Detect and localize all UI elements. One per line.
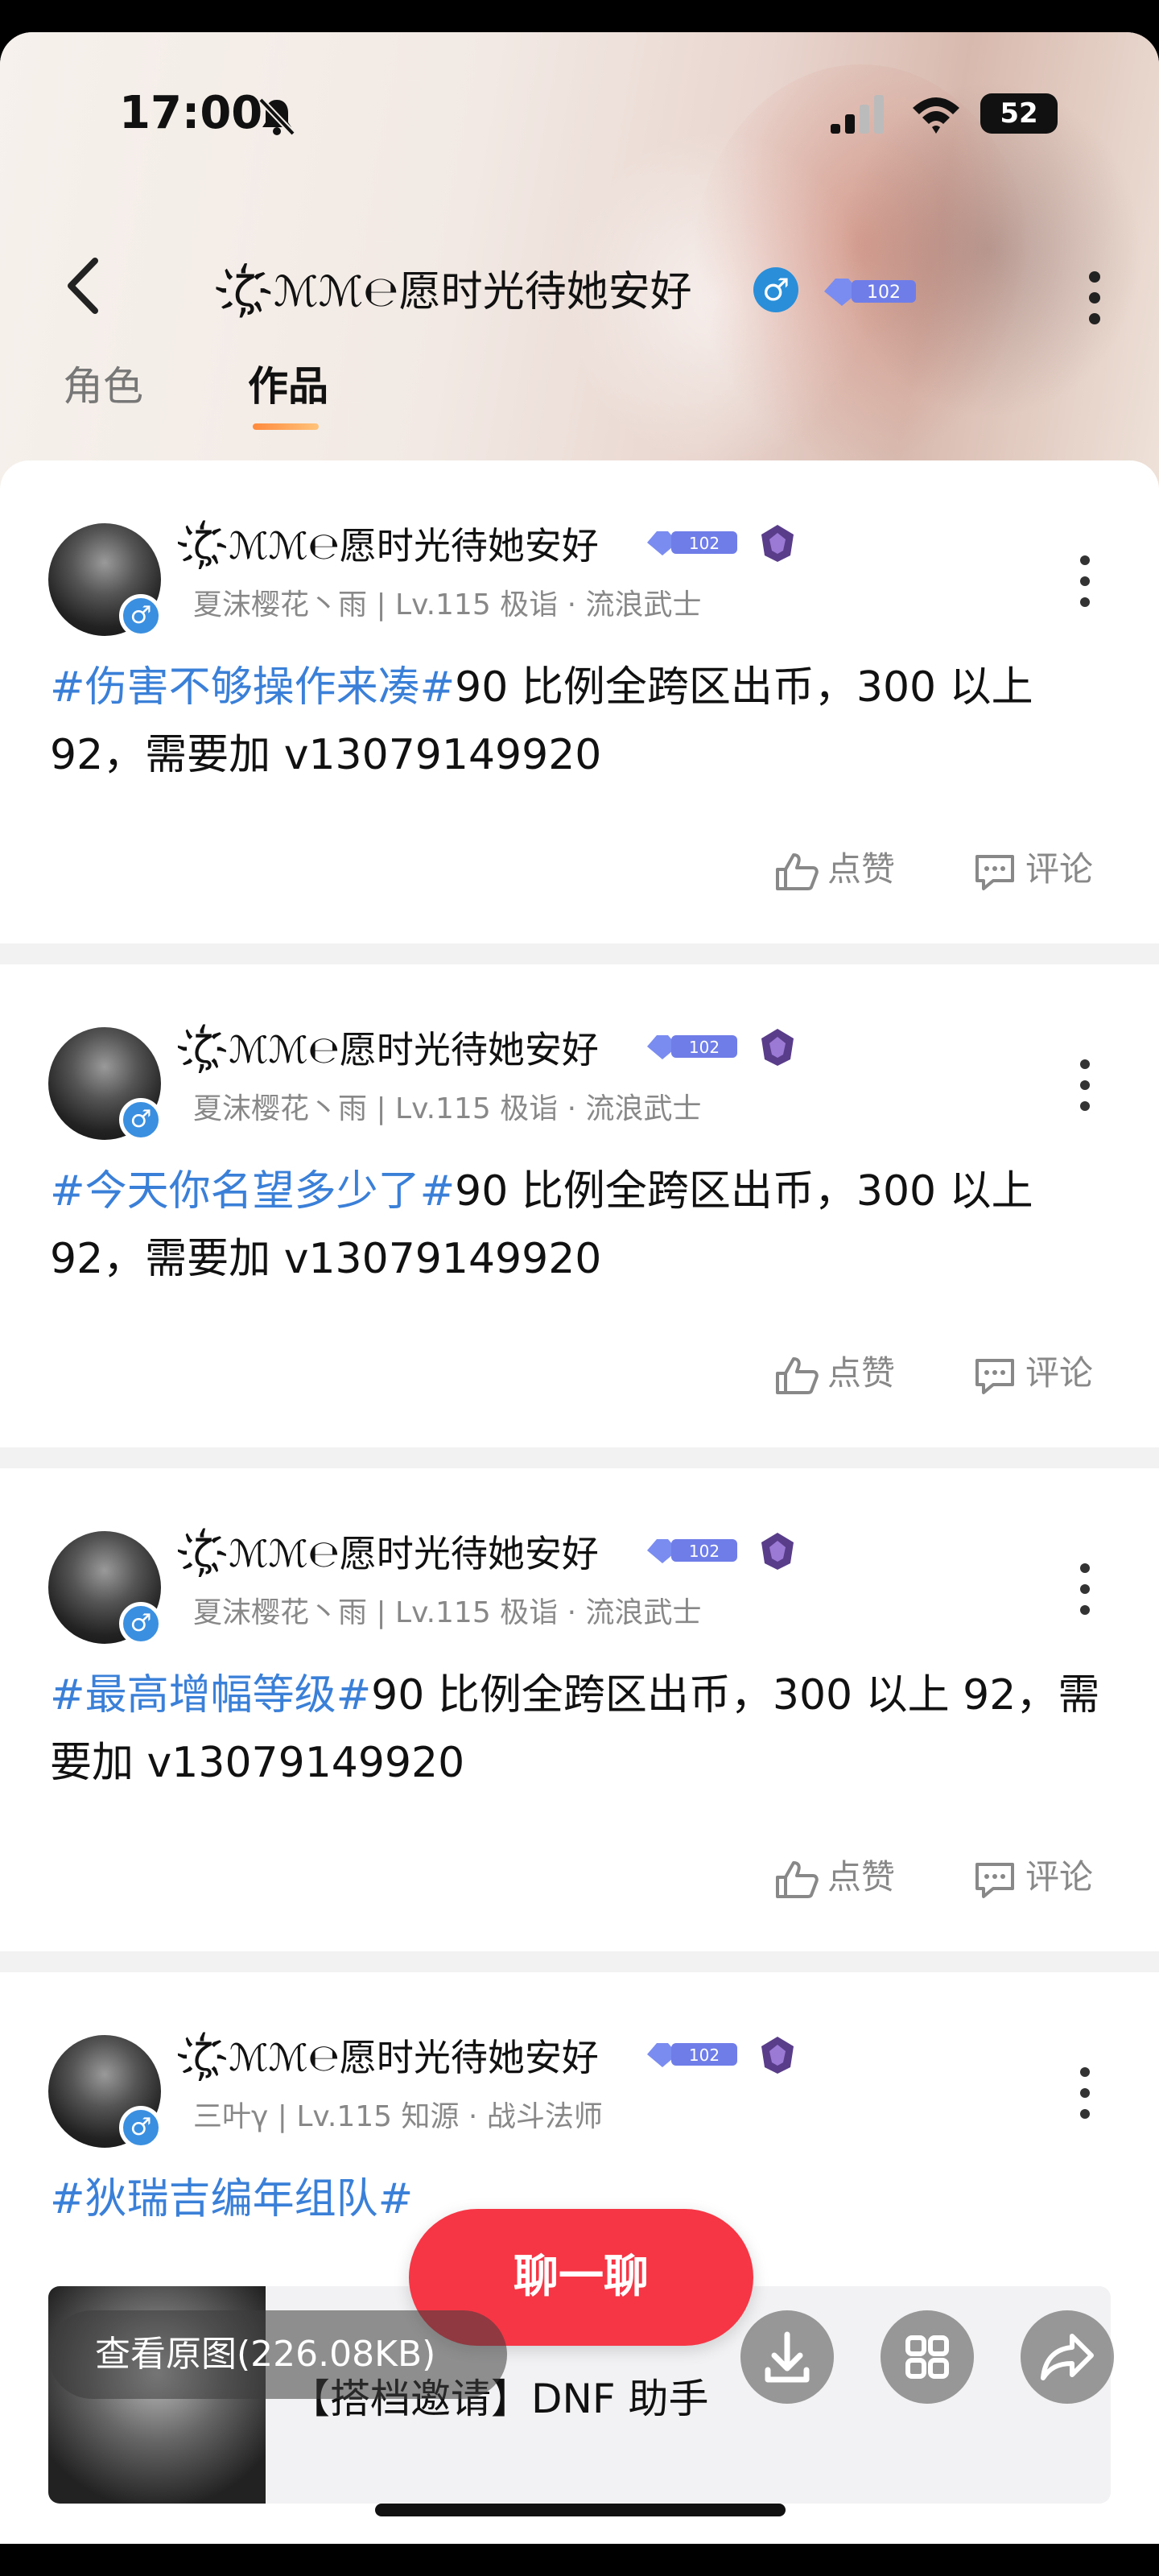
comment-button[interactable]: 评论 [972, 1853, 1093, 1901]
avatar-gender-icon: ♂ [119, 1602, 163, 1645]
post-more-icon[interactable] [1061, 2061, 1109, 2125]
topic-tag[interactable]: #最高增幅等级# [50, 1671, 371, 1719]
more-options-icon[interactable] [1070, 266, 1119, 330]
image-viewer-toolbar: 查看原图(226.08KB) [0, 2310, 1159, 2431]
gender-badge: ♂ [753, 267, 798, 312]
like-icon [776, 852, 819, 890]
like-button[interactable]: 点赞 [774, 1349, 895, 1397]
battery-indicator: 52 [980, 93, 1058, 134]
topic-tag[interactable]: #今天你名望多少了# [50, 1167, 455, 1216]
post-card[interactable]: ♂ ζ҉ℳℳ℮愿时光待她安好 102 夏沫樱花丶雨 | Lv.115 极诣 · … [0, 964, 1159, 1447]
svg-text:102: 102 [689, 1038, 720, 1057]
view-original-button[interactable]: 查看原图(226.08KB) [48, 2310, 507, 2399]
like-icon [776, 1356, 819, 1394]
comment-icon [975, 1358, 1014, 1394]
post-more-icon[interactable] [1061, 1557, 1109, 1621]
svg-text:102: 102 [689, 1542, 720, 1561]
level-badge-icon: 102 [824, 279, 916, 306]
post-author[interactable]: ζ҉ℳℳ℮愿时光待她安好 [193, 1525, 599, 1578]
rank-emblem-icon [761, 1029, 794, 1066]
status-bar: 17:00 52 [0, 32, 1159, 145]
share-button[interactable] [1021, 2310, 1114, 2404]
level-badge-icon: 102 [647, 531, 737, 555]
topic-tag[interactable]: #伤害不够操作来凑# [50, 663, 455, 712]
comment-button[interactable]: 评论 [972, 845, 1093, 894]
profile-name: ζ҉ℳℳ℮愿时光待她安好 [233, 268, 692, 316]
comment-icon [975, 854, 1014, 890]
tab-works[interactable]: 作品 [248, 354, 328, 412]
wifi-icon [913, 97, 959, 134]
rank-emblem-icon [761, 525, 794, 562]
avatar-gender-icon: ♂ [119, 594, 163, 638]
status-time: 17:00 [119, 87, 263, 139]
active-tab-indicator [253, 423, 319, 430]
post-card[interactable]: ♂ ζ҉ℳℳ℮愿时光待她安好 102 夏沫樱花丶雨 | Lv.115 极诣 · … [0, 1468, 1159, 1951]
comment-button[interactable]: 评论 [972, 1349, 1093, 1397]
post-content[interactable]: #伤害不够操作来凑#90 比例全跨区出币，300 以上 92，需要加 v1307… [50, 654, 1112, 789]
tab-roles[interactable]: 角色 [63, 354, 143, 412]
post-meta: 夏沫樱花丶雨 | Lv.115 极诣 · 流浪武士 [193, 588, 702, 621]
avatar-gender-icon: ♂ [119, 2106, 163, 2149]
like-button[interactable]: 点赞 [774, 1853, 895, 1901]
share-icon [1041, 2334, 1094, 2380]
rank-emblem-icon [761, 1533, 794, 1570]
grid-button[interactable] [881, 2310, 974, 2404]
like-icon [776, 1860, 819, 1898]
post-more-icon[interactable] [1061, 549, 1109, 613]
like-button[interactable]: 点赞 [774, 845, 895, 894]
back-icon[interactable] [56, 250, 113, 322]
post-content[interactable]: #今天你名望多少了#90 比例全跨区出币，300 以上 92，需要加 v1307… [50, 1158, 1112, 1293]
nav-bar: ζ҉ℳℳ℮愿时光待她安好 ♂ 102 [0, 233, 1159, 330]
bell-off-icon [258, 97, 295, 136]
post-content[interactable]: #最高增幅等级#90 比例全跨区出币，300 以上 92，需要加 v130791… [50, 1662, 1112, 1797]
svg-text:102: 102 [689, 2046, 720, 2065]
level-badge-icon: 102 [647, 1035, 737, 1059]
post-meta: 夏沫樱花丶雨 | Lv.115 极诣 · 流浪武士 [193, 1596, 702, 1629]
svg-text:102: 102 [867, 283, 901, 303]
level-badge-icon: 102 [647, 2043, 737, 2067]
level-badge-icon: 102 [647, 1539, 737, 1563]
topic-tag[interactable]: #狄瑞吉编年组队# [50, 2175, 413, 2223]
home-indicator [375, 2504, 786, 2516]
post-author[interactable]: ζ҉ℳℳ℮愿时光待她安好 [193, 2029, 599, 2082]
download-button[interactable] [740, 2310, 834, 2404]
post-card[interactable]: ♂ ζ҉ℳℳ℮愿时光待她安好 102 夏沫樱花丶雨 | Lv.115 极诣 · … [0, 460, 1159, 943]
post-meta: 夏沫樱花丶雨 | Lv.115 极诣 · 流浪武士 [193, 1092, 702, 1125]
download-icon [765, 2331, 810, 2383]
post-author[interactable]: ζ҉ℳℳ℮愿时光待她安好 [193, 1021, 599, 1074]
avatar-gender-icon: ♂ [119, 1098, 163, 1141]
svg-text:102: 102 [689, 534, 720, 553]
comment-icon [975, 1862, 1014, 1898]
grid-icon [905, 2335, 949, 2379]
profile-tabs: 角色 作品 [0, 354, 1159, 435]
post-author[interactable]: ζ҉ℳℳ℮愿时光待她安好 [193, 517, 599, 570]
signal-icon [831, 95, 884, 134]
post-more-icon[interactable] [1061, 1053, 1109, 1117]
rank-emblem-icon [761, 2037, 794, 2074]
post-meta: 三叶γ | Lv.115 知源 · 战斗法师 [193, 2100, 603, 2133]
app-screen: 17:00 52 ζ҉ℳℳ℮愿时光待她安好 ♂ 102 角色 作品 ♂ ζ҉ℳℳ… [0, 32, 1159, 2544]
